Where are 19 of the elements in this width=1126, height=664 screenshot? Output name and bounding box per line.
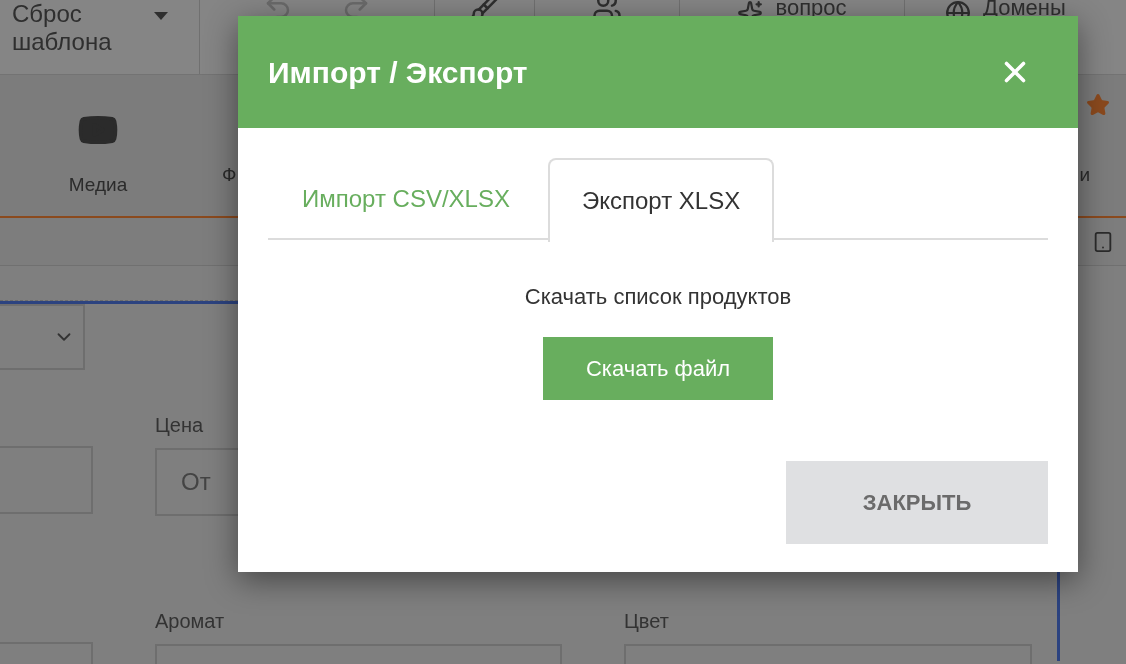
dialog-tab[interactable]: Экспорт XLSX (547, 158, 775, 242)
color-label: Цвет (624, 609, 670, 634)
media-label[interactable]: Медиа (68, 171, 128, 200)
close-button[interactable]: ЗАКРЫТЬ (786, 461, 1048, 544)
download-button[interactable]: Скачать файл (543, 337, 773, 400)
price-label: Цена (155, 413, 205, 438)
star-icon[interactable] (1086, 93, 1110, 117)
dialog-title: Импорт / Экспорт (268, 54, 528, 91)
ribbon-label[interactable]: Ф (222, 161, 237, 216)
select-field[interactable] (0, 304, 85, 370)
aroma-label: Аромат (155, 609, 226, 634)
question-label[interactable]: вопрос (775, 0, 847, 20)
dialog-tab[interactable]: Импорт CSV/XLSX (268, 158, 544, 240)
download-message: Скачать список продуктов (524, 283, 792, 311)
ribbon-label[interactable]: и (1079, 161, 1090, 216)
caret-icon (154, 12, 168, 20)
template-reset-label[interactable]: Сброс шаблона (12, 0, 142, 56)
tablet-icon[interactable] (1092, 230, 1114, 253)
domains-label[interactable]: Домены (983, 0, 1066, 20)
